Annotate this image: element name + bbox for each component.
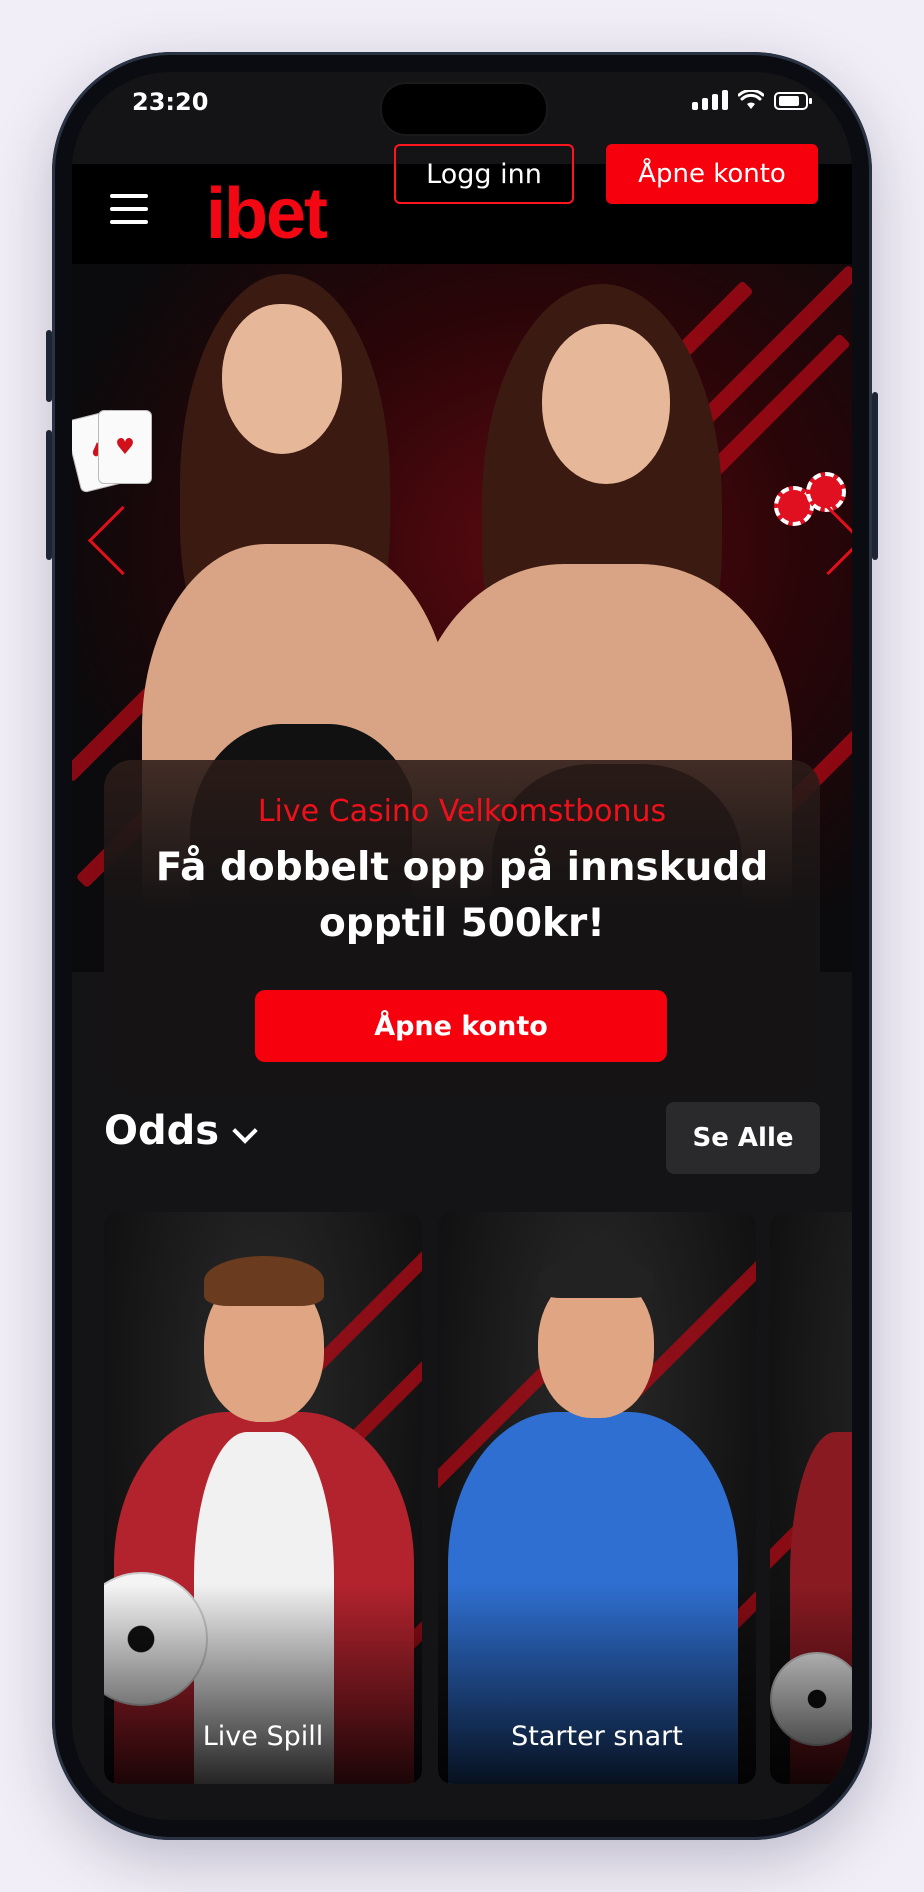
phone-volume-button [46,430,52,560]
odds-card-starting-soon[interactable]: Starter snart [438,1212,756,1784]
menu-icon[interactable] [110,194,148,228]
status-time: 23:20 [132,88,209,116]
promo-subtitle: Live Casino Velkomstbonus [257,794,667,829]
wifi-icon [738,90,764,109]
odds-card-next[interactable] [770,1212,852,1784]
odds-card-carousel: Live Spill Starter snart [104,1212,852,1784]
odds-title[interactable]: Odds [104,1108,219,1154]
chevron-down-icon[interactable] [232,1118,258,1144]
signal-icon [692,90,728,110]
phone-power-button [872,392,878,560]
see-all-button[interactable]: Se Alle [666,1102,820,1174]
open-account-button[interactable]: Åpne konto [606,144,818,204]
odds-card-label: Live Spill [202,1721,324,1752]
promo-title: Få dobbelt opp på innskudd opptil 500kr! [155,845,769,946]
carousel-prev-icon[interactable] [87,505,158,576]
phone-silent-switch [46,330,52,402]
odds-card-live[interactable]: Live Spill [104,1212,422,1784]
ibet-logo[interactable]: ibet [206,178,328,250]
casino-chip-icon [806,472,846,512]
promo-card: Live Casino Velkomstbonus Få dobbelt opp… [104,760,820,1094]
odds-section-header: Odds Se Alle [104,1102,820,1174]
app-screen: 23:20 ibet Logg inn Åpne konto ♥ Live Ca… [72,72,852,1820]
login-button[interactable]: Logg inn [394,144,574,204]
battery-icon [774,92,812,110]
promo-open-account-button[interactable]: Åpne konto [255,990,667,1062]
status-icons [692,90,812,110]
odds-card-label: Starter snart [511,1721,683,1752]
dynamic-island [380,82,548,136]
playing-card-icon: ♥ [98,410,152,484]
